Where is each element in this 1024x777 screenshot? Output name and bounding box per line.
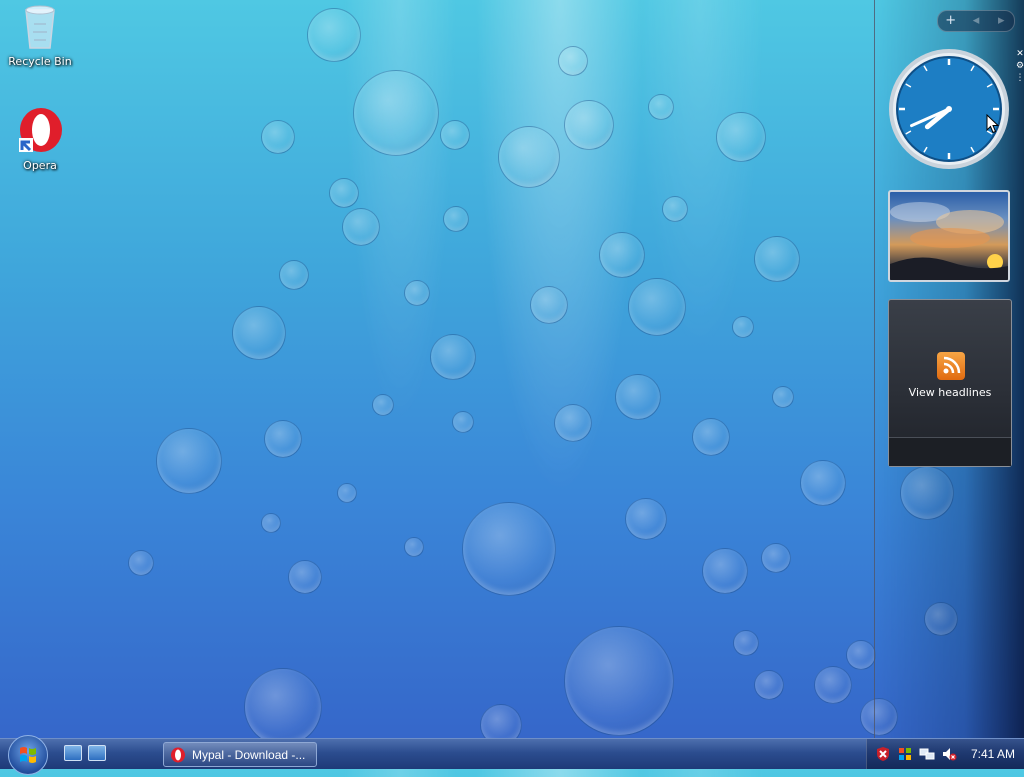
wallpaper-bubble [452, 411, 474, 433]
feed-headlines-gadget[interactable]: View headlines [888, 299, 1012, 467]
wallpaper-bubble [628, 278, 686, 336]
wallpaper-bubble [261, 120, 295, 154]
wallpaper-bubble [615, 374, 661, 420]
wallpaper-bubble [530, 286, 568, 324]
wallpaper-bubble [846, 640, 876, 670]
taskbar-button-mypal[interactable]: Mypal - Download -... [163, 742, 317, 767]
wallpaper-bubble [353, 70, 439, 156]
recycle-bin-icon [25, 5, 55, 49]
drag-handle-icon[interactable]: ⋮ [1015, 72, 1024, 84]
windows-orb-icon [20, 747, 36, 763]
switch-windows-icon[interactable] [88, 745, 106, 761]
taskbar-clock[interactable]: 7:41 AM [971, 747, 1015, 761]
wallpaper-bubble [307, 8, 361, 62]
wallpaper-bubble [372, 394, 394, 416]
windows-sidebar: + ◂ ▸ ✕ ⚙ ⋮ View headlines [874, 0, 1024, 738]
mouse-pointer-icon [986, 114, 1000, 134]
wallpaper-bubble [462, 502, 556, 596]
sunset-photo [890, 202, 1008, 280]
wallpaper-bubble [244, 668, 322, 746]
next-gadgets-button[interactable]: ▸ [991, 12, 1011, 30]
recycle-bin-label: Recycle Bin [8, 55, 72, 68]
wallpaper-bubble [564, 100, 614, 150]
wallpaper-bubble [430, 334, 476, 380]
wallpaper-bubble [648, 94, 674, 120]
volume-muted-icon[interactable] [941, 746, 957, 762]
wallpaper-bubble [404, 537, 424, 557]
view-headlines-link[interactable]: View headlines [889, 386, 1011, 399]
wallpaper-bubble [156, 428, 222, 494]
quick-launch [64, 745, 106, 761]
wallpaper-bubble [261, 513, 281, 533]
network-icon[interactable] [919, 746, 935, 762]
opera-icon [19, 108, 62, 152]
feed-footer [889, 437, 1011, 466]
wallpaper-bubble [329, 178, 359, 208]
wallpaper-bubble [761, 543, 791, 573]
wallpaper-bubble [558, 46, 588, 76]
wallpaper-bubble [264, 420, 302, 458]
close-icon[interactable]: ✕ [1015, 48, 1024, 60]
wallpaper-bubble [564, 626, 674, 736]
wallpaper-bubble [625, 498, 667, 540]
wallpaper-bubble [342, 208, 380, 246]
opera-desktop-icon[interactable]: Opera [2, 106, 78, 172]
slideshow-gadget[interactable] [888, 190, 1010, 282]
clock-gadget[interactable] [888, 48, 1010, 170]
wallpaper-bubble [733, 630, 759, 656]
system-tray: 7:41 AM [866, 739, 1024, 769]
start-button[interactable] [8, 735, 48, 775]
previous-gadgets-button[interactable]: ◂ [966, 12, 986, 30]
gadget-toolbar: ✕ ⚙ ⋮ [1015, 48, 1024, 84]
wallpaper-bubble [337, 483, 357, 503]
wallpaper-bubble [754, 236, 800, 282]
wallpaper-bubble [716, 112, 766, 162]
wallpaper-bubble [232, 306, 286, 360]
wallpaper-bubble [662, 196, 688, 222]
opera-icon [171, 747, 185, 762]
windows-flag-icon[interactable] [897, 746, 913, 762]
opera-label: Opera [23, 159, 57, 172]
recycle-bin-desktop-icon[interactable]: Recycle Bin [2, 2, 78, 68]
wallpaper-bubble [814, 666, 852, 704]
wallpaper-bubble [772, 386, 794, 408]
taskbar-button-label: Mypal - Download -... [192, 747, 306, 762]
wallpaper-bubble [800, 460, 846, 506]
wallpaper-bubble [279, 260, 309, 290]
wallpaper-bubble [498, 126, 560, 188]
rss-icon [937, 352, 965, 380]
wallpaper-bubble [754, 670, 784, 700]
taskbar: Mypal - Download -... 7:41 AM [0, 735, 1024, 775]
wallpaper-bubble [404, 280, 430, 306]
wallpaper-bubble [554, 404, 592, 442]
wallpaper-bubble [692, 418, 730, 456]
wallpaper-bubble [443, 206, 469, 232]
wallpaper-bubble [128, 550, 154, 576]
wallpaper-bubble [288, 560, 322, 594]
wallpaper [0, 0, 1024, 746]
wrench-icon[interactable]: ⚙ [1015, 60, 1024, 72]
windows-security-alert-icon[interactable] [875, 746, 891, 762]
wallpaper-bubble [440, 120, 470, 150]
show-desktop-icon[interactable] [64, 745, 82, 761]
add-gadget-button[interactable]: + [941, 12, 961, 30]
wallpaper-bubble [732, 316, 754, 338]
wallpaper-bubble [599, 232, 645, 278]
wallpaper-bubble [702, 548, 748, 594]
sidebar-controls: + ◂ ▸ [937, 10, 1015, 32]
